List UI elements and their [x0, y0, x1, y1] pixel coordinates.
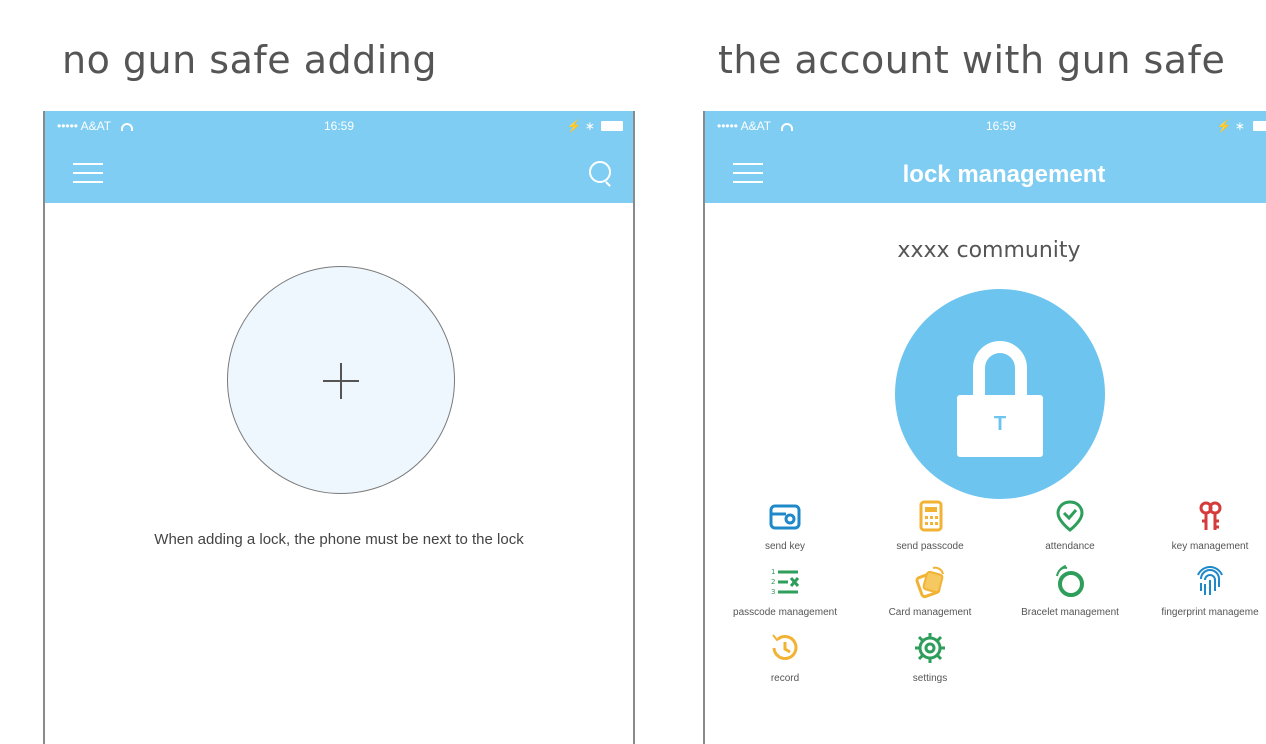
battery-icon [601, 121, 623, 131]
fingerprint-icon [1135, 565, 1266, 601]
settings-button[interactable]: settings [855, 631, 1005, 684]
battery-icon [1253, 121, 1266, 131]
keys-icon [1135, 499, 1266, 535]
caption-with-gun-safe: the account with gun safe [718, 38, 1226, 82]
lock-letter: T [993, 413, 1007, 435]
community-name: xxxx community [897, 238, 1081, 263]
top-bar: ••••• A&AT 16:59 ⚡ ∗ lock management [705, 111, 1266, 203]
bluetooth-icon: ⚡ ∗ [566, 119, 595, 133]
card-management-label: Card management [888, 607, 972, 618]
status-time: 16:59 [323, 119, 355, 133]
fingerprint-management-button[interactable]: fingerprint manageme [1135, 565, 1266, 618]
attendance-label: attendance [1045, 541, 1095, 552]
card-management-button[interactable]: Card management [855, 565, 1005, 618]
svg-text:3: 3 [771, 588, 775, 596]
settings-label: settings [912, 673, 948, 684]
bracelet-management-button[interactable]: Bracelet management [995, 565, 1145, 618]
passcode-management-button[interactable]: 1 2 3 passcode management [710, 565, 860, 618]
history-icon [710, 631, 860, 667]
lock-button[interactable]: T [895, 289, 1105, 499]
cards-icon [855, 565, 1005, 601]
bracelet-management-label: Bracelet management [1021, 607, 1119, 618]
calculator-icon [855, 499, 1005, 535]
padlock-icon [973, 341, 1027, 401]
key-management-button[interactable]: key management [1135, 499, 1266, 552]
send-key-button[interactable]: send key [710, 499, 860, 552]
key-management-label: key management [1171, 541, 1249, 552]
record-button[interactable]: record [710, 631, 860, 684]
send-passcode-button[interactable]: send passcode [855, 499, 1005, 552]
add-lock-hint: When adding a lock, the phone must be ne… [154, 531, 524, 548]
send-key-label: send key [764, 541, 806, 552]
top-bar: ••••• A&AT 16:59 ⚡ ∗ [45, 111, 633, 203]
key-card-icon [710, 499, 860, 535]
add-lock-button[interactable] [227, 266, 455, 494]
bracelet-icon [995, 565, 1145, 601]
status-bar: ••••• A&AT 16:59 ⚡ ∗ [705, 119, 1266, 135]
record-label: record [770, 673, 800, 684]
page-title: lock management [902, 161, 1106, 188]
attendance-button[interactable]: attendance [995, 499, 1145, 552]
phone-screen-add-lock: ••••• A&AT 16:59 ⚡ ∗ When adding a lock,… [43, 111, 635, 744]
passcode-management-label: passcode management [733, 607, 837, 618]
menu-button[interactable] [73, 159, 105, 187]
search-icon[interactable] [585, 157, 617, 189]
send-passcode-label: send passcode [896, 541, 964, 552]
status-time: 16:59 [985, 119, 1017, 133]
check-location-icon [995, 499, 1145, 535]
fingerprint-management-label: fingerprint manageme [1161, 607, 1259, 618]
phone-screen-lock-management: ••••• A&AT 16:59 ⚡ ∗ lock management xxx… [703, 111, 1266, 744]
numbered-list-icon: 1 2 3 [710, 565, 860, 601]
svg-text:1: 1 [771, 568, 775, 576]
svg-text:2: 2 [771, 578, 775, 586]
gear-icon [855, 631, 1005, 667]
caption-no-gun-safe: no gun safe adding [62, 38, 437, 82]
bluetooth-icon: ⚡ ∗ [1216, 119, 1245, 133]
status-bar: ••••• A&AT 16:59 ⚡ ∗ [45, 119, 633, 135]
